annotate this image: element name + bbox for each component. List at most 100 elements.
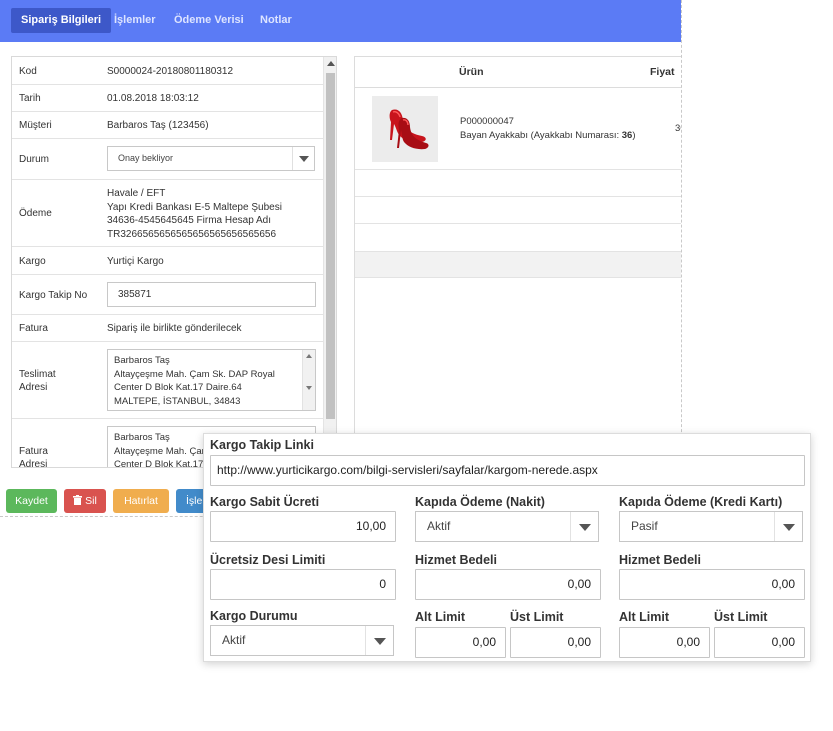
ust-limit-kredi-karti-input[interactable]: 0,00 xyxy=(714,627,805,658)
odeme-line: 34636-4545645645 Firma Hesap Adı xyxy=(107,215,272,226)
scroll-up-icon[interactable] xyxy=(306,354,312,358)
fatura-adresi-label: Fatura Adresi xyxy=(19,445,48,468)
delete-button[interactable]: Sil xyxy=(64,489,106,513)
kapida-odeme-nakit-select[interactable]: Aktif xyxy=(415,511,599,542)
alt-limit-kredi-karti-input[interactable]: 0,00 xyxy=(619,627,710,658)
kargo-sabit-ucreti-label: Kargo Sabit Ücreti xyxy=(210,495,320,509)
product-name-text: Bayan Ayakkabı (Ayakkabı Numarası: xyxy=(460,130,622,141)
divider xyxy=(355,223,681,224)
product-name: Bayan Ayakkabı (Ayakkabı Numarası: 36) xyxy=(460,130,636,141)
odeme-line: Yapı Kredi Bankası E-5 Maltepe Şubesi xyxy=(107,201,282,213)
page: Sipariş Bilgileri İşlemler Ödeme Verisi … xyxy=(0,0,833,731)
ust-limit-nakit-input[interactable]: 0,00 xyxy=(510,627,601,658)
teslimat-label-line: Adresi xyxy=(19,382,48,393)
ust-limit-nakit-label: Üst Limit xyxy=(510,610,564,624)
fatura-adresi-label-line: Fatura xyxy=(19,446,48,457)
tarih-value: 01.08.2018 18:03:12 xyxy=(107,93,199,104)
odeme-label: Ödeme xyxy=(19,208,52,219)
hizmet-bedeli-nakit-input[interactable]: 0,00 xyxy=(415,569,601,600)
teslimat-adresi-textarea[interactable]: Barbaros Taş Altayçeşme Mah. Çam Sk. DAP… xyxy=(107,349,316,411)
row-odeme: Ödeme Havale / EFT Yapı Kredi Bankası E-… xyxy=(12,180,324,247)
kapida-odeme-kredi-karti-label: Kapıda Ödeme (Kredi Kartı) xyxy=(619,495,783,509)
red-high-heel-shoes-icon xyxy=(372,96,438,162)
row-musteri: Müşteri Barbaros Taş (123456) xyxy=(12,112,324,139)
tab-bar: Sipariş Bilgileri İşlemler Ödeme Verisi … xyxy=(0,0,681,42)
scroll-up-icon[interactable] xyxy=(327,61,335,66)
kapida-odeme-nakit-value: Aktif xyxy=(427,519,451,533)
row-tarih: Tarih 01.08.2018 18:03:12 xyxy=(12,85,324,112)
durum-select[interactable]: Onay bekliyor xyxy=(107,146,315,171)
hizmet-bedeli-nakit-label: Hizmet Bedeli xyxy=(415,553,497,567)
row-durum: Durum Onay bekliyor xyxy=(12,139,324,180)
save-button[interactable]: Kaydet xyxy=(6,489,57,513)
chevron-down-icon[interactable] xyxy=(774,512,802,541)
kargo-takip-linki-label: Kargo Takip Linki xyxy=(210,438,314,452)
ust-limit-kredi-karti-label: Üst Limit xyxy=(714,610,768,624)
product-size: 36 xyxy=(621,130,633,141)
musteri-label: Müşteri xyxy=(19,120,52,131)
alt-limit-nakit-label: Alt Limit xyxy=(415,610,465,624)
chevron-down-icon[interactable] xyxy=(365,626,393,655)
teslimat-line: MALTEPE, İSTANBUL, 34843 xyxy=(114,395,241,407)
product-code: P000000047 xyxy=(460,116,514,127)
kargo-takip-label: Kargo Takip No xyxy=(19,290,88,301)
scroll-down-icon[interactable] xyxy=(306,386,312,390)
kargo-durumu-label: Kargo Durumu xyxy=(210,609,298,623)
kapida-odeme-kredi-karti-value: Pasif xyxy=(631,519,658,533)
tarih-label: Tarih xyxy=(19,93,41,104)
product-name-end: ) xyxy=(632,130,636,141)
kargo-takip-input[interactable]: 385871 xyxy=(107,282,316,307)
chevron-down-icon[interactable] xyxy=(570,512,598,541)
alt-limit-kredi-karti-label: Alt Limit xyxy=(619,610,669,624)
kapida-odeme-kredi-karti-select[interactable]: Pasif xyxy=(619,511,803,542)
kargo-value[interactable]: Yurtiçi Kargo xyxy=(107,255,164,269)
teslimat-label-line: Teslimat xyxy=(19,369,56,380)
tab-siparis-bilgileri[interactable]: Sipariş Bilgileri xyxy=(11,8,112,33)
teslimat-line: Barbaros Taş xyxy=(114,355,170,366)
products-header: Ürün Fiyat xyxy=(355,57,681,88)
urun-header: Ürün xyxy=(459,66,484,78)
panel-scrollbar[interactable] xyxy=(323,57,336,467)
ucretsiz-desi-limiti-input[interactable]: 0 xyxy=(210,569,396,600)
teslimat-label: Teslimat Adresi xyxy=(19,368,56,394)
delete-button-label: Sil xyxy=(85,495,97,507)
order-details-panel: Kod S0000024-20180801180312 Tarih 01.08.… xyxy=(11,56,337,468)
kargo-takip-linki-input[interactable]: http://www.yurticikargo.com/bilgi-servis… xyxy=(210,455,805,486)
durum-select-value: Onay bekliyor xyxy=(118,153,174,163)
divider xyxy=(355,196,681,197)
musteri-value: Barbaros Taş (123456) xyxy=(107,120,209,131)
kargo-sabit-ucreti-input[interactable]: 10,00 xyxy=(210,511,396,542)
fatura-adresi-label-line: Adresi xyxy=(19,459,48,468)
hizmet-bedeli-kredi-karti-label: Hizmet Bedeli xyxy=(619,553,701,567)
tab-notlar[interactable]: Notlar xyxy=(250,8,302,33)
teslimat-line: Altayçeşme Mah. Çam Sk. DAP Royal xyxy=(114,368,275,380)
kargo-durumu-value: Aktif xyxy=(222,633,246,647)
product-image[interactable] xyxy=(372,96,438,162)
kapida-odeme-nakit-label: Kapıda Ödeme (Nakit) xyxy=(415,495,545,509)
row-fatura: Fatura Sipariş ile birlikte gönderilecek xyxy=(12,315,324,342)
chevron-down-icon[interactable] xyxy=(292,147,314,170)
odeme-line: TR3266565656565656565656565656 xyxy=(107,228,277,240)
fatura-value: Sipariş ile birlikte gönderilecek xyxy=(107,323,242,334)
products-panel: Ürün Fiyat P000000047 Bayan Ayakkabı (Ay… xyxy=(354,56,681,476)
alt-limit-nakit-input[interactable]: 0,00 xyxy=(415,627,506,658)
summary-row xyxy=(355,252,681,278)
fatura-label: Fatura xyxy=(19,323,48,334)
tab-odeme-verisi[interactable]: Ödeme Verisi xyxy=(164,8,254,33)
tab-islemler[interactable]: İşlemler xyxy=(104,8,166,33)
kargo-durumu-select[interactable]: Aktif xyxy=(210,625,394,656)
remind-button[interactable]: Hatırlat xyxy=(113,489,169,513)
ucretsiz-desi-limiti-label: Ücretsiz Desi Limiti xyxy=(210,553,326,567)
cargo-settings-popup: Kargo Takip Linki http://www.yurticikarg… xyxy=(203,433,811,662)
fiyat-header: Fiyat xyxy=(650,66,675,78)
kod-value: S0000024-20180801180312 xyxy=(107,66,234,77)
textarea-scrollbar[interactable] xyxy=(302,350,315,410)
divider xyxy=(355,169,681,170)
teslimat-line: Center D Blok Kat.17 Daire.64 xyxy=(114,382,242,393)
durum-label: Durum xyxy=(19,154,50,165)
row-kargo: Kargo Yurtiçi Kargo xyxy=(12,247,324,275)
odeme-value: Havale / EFT Yapı Kredi Bankası E-5 Malt… xyxy=(107,187,282,241)
hizmet-bedeli-kredi-karti-input[interactable]: 0,00 xyxy=(619,569,805,600)
scrollbar-thumb[interactable] xyxy=(326,73,335,419)
row-kargo-takip: Kargo Takip No 385871 xyxy=(12,275,324,315)
